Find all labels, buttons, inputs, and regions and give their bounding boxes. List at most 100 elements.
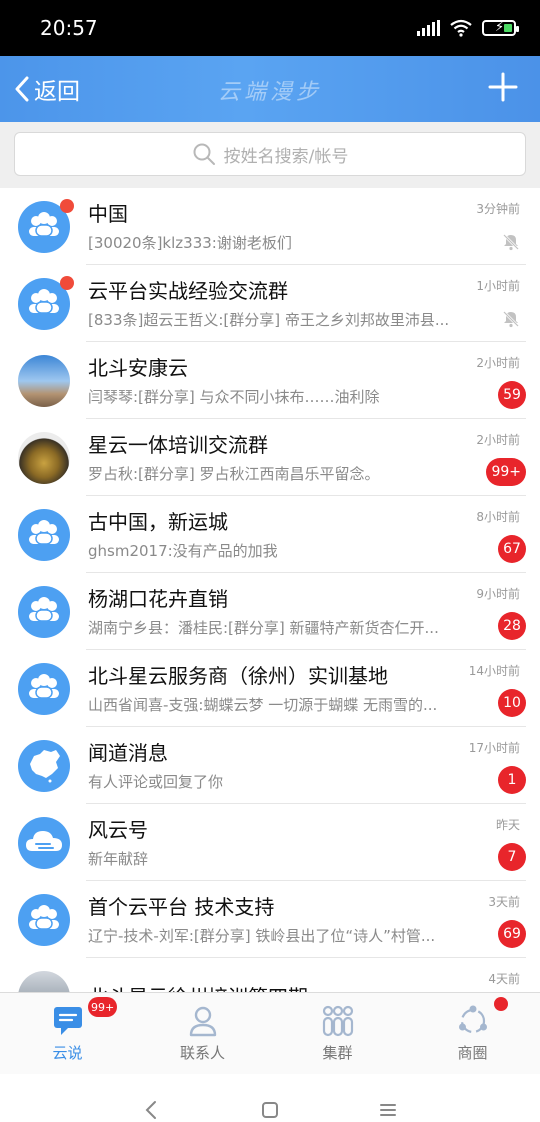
chat-name: 北斗星云服务商（徐州）实训基地: [88, 664, 388, 688]
chat-meta: 4天前: [450, 970, 520, 992]
chat-row[interactable]: 古中国，新运城 ghsm2017:没有产品的加我 8小时前 67: [0, 496, 540, 573]
chat-meta: 2小时前 59: [450, 354, 526, 409]
chat-meta: 昨天 7: [450, 816, 526, 871]
unread-badge: 59: [498, 381, 526, 409]
chat-preview: 罗占秋:[群分享] 罗占秋江西南昌乐平留念。: [88, 465, 380, 483]
system-nav-bar: [0, 1074, 540, 1122]
chat-row[interactable]: 北斗星云服务商（徐州）实训基地山西省闻喜-支强:蝴蝶云梦 一切源于蝴蝶 无雨雪的…: [0, 650, 540, 727]
plus-icon: [488, 72, 518, 102]
chat-time: 17小时前: [468, 741, 520, 755]
add-button[interactable]: [488, 72, 518, 106]
avatar: [18, 585, 70, 638]
search-placeholder: 按姓名搜索/帐号: [223, 146, 349, 167]
chat-name: 北斗安康云: [88, 356, 188, 380]
chat-meta: 3分钟前: [450, 200, 520, 255]
chat-time: 2小时前: [476, 433, 520, 447]
unread-badge: 28: [498, 612, 526, 640]
unread-badge: 67: [498, 535, 526, 563]
chat-row[interactable]: 风云号新年献辞 昨天 7: [0, 804, 540, 881]
tab-label: 云说: [52, 1044, 83, 1062]
chat-name: 北斗星云徐州培训第四期: [88, 983, 460, 993]
chat-meta: 9小时前 28: [450, 585, 526, 640]
muted-bell-icon: [502, 233, 520, 255]
chat-time: 9小时前: [476, 587, 520, 601]
tab-notification-dot: [494, 997, 508, 1011]
chat-time: 4天前: [488, 972, 520, 986]
unread-badge: 69: [498, 920, 526, 948]
avatar: [18, 816, 70, 869]
chat-name: 古中国，新运城: [88, 510, 228, 534]
chat-row[interactable]: 首个云平台 技术支持 辽宁-技术-刘军:[群分享] 铁岭县出了位“诗人”村管...…: [0, 881, 540, 958]
chat-row[interactable]: 星云一体培训交流群罗占秋:[群分享] 罗占秋江西南昌乐平留念。 2小时前 99+: [0, 419, 540, 496]
menu-nav-icon[interactable]: [377, 1099, 399, 1121]
chat-preview: 湖南宁乡县：潘桂民:[群分享] 新疆特产新货杏仁开...: [88, 619, 439, 637]
chat-meta: 1小时前: [450, 277, 520, 332]
chat-row[interactable]: 中国 [30020条]klz333:谢谢老板们 3分钟前: [0, 188, 540, 265]
status-icons: ⚡: [417, 19, 519, 37]
unread-badge: 7: [498, 843, 526, 871]
avatar: [18, 275, 74, 330]
search-input[interactable]: 按姓名搜索/帐号: [14, 132, 526, 176]
tab-contacts[interactable]: 联系人: [135, 993, 270, 1074]
chat-name: 杨湖口花卉直销: [88, 587, 228, 611]
back-button[interactable]: 返回: [14, 72, 80, 106]
avatar: [18, 893, 70, 946]
avatar: [18, 662, 70, 715]
chat-row[interactable]: 闻道消息 有人评论或回复了你 17小时前 1: [0, 727, 540, 804]
chat-row[interactable]: 北斗安康云闫琴琴:[群分享] 与众不同小抹布……油利除 2小时前 59: [0, 342, 540, 419]
chat-preview: [833条]超云王哲义:[群分享] 帝王之乡刘邦故里沛县...: [88, 311, 450, 329]
chat-name: 首个云平台 技术支持: [88, 895, 275, 919]
chat-time: 2小时前: [476, 356, 520, 370]
chat-name: 闻道消息: [88, 741, 168, 765]
signal-icon: [417, 20, 440, 36]
chevron-left-icon: [15, 76, 29, 102]
chat-preview: 有人评论或回复了你: [88, 773, 224, 791]
search-icon: [193, 143, 215, 165]
chat-preview: 山西省闻喜-支强:蝴蝶云梦 一切源于蝴蝶 无雨雪的...: [88, 696, 438, 714]
chat-row[interactable]: 云平台实战经验交流群 [833条]超云王哲义:[群分享] 帝王之乡刘邦故里沛县..…: [0, 265, 540, 342]
tab-label: 商圈: [457, 1044, 488, 1062]
chat-bubble-icon: [53, 1007, 82, 1035]
chat-row[interactable]: 北斗星云徐州培训第四期 4天前: [0, 958, 540, 992]
search-area: 按姓名搜索/帐号: [0, 122, 540, 188]
chat-time: 14小时前: [468, 664, 520, 678]
chat-time: 昨天: [495, 818, 520, 832]
chat-preview: 闫琴琴:[群分享] 与众不同小抹布……油利除: [88, 388, 380, 406]
circle-network-icon: [458, 1005, 487, 1034]
nav-bar: 返回 云端漫步: [0, 56, 540, 122]
tab-cluster[interactable]: 集群: [270, 993, 405, 1074]
chat-preview: [30020条]klz333:谢谢老板们: [88, 234, 292, 252]
avatar: [18, 354, 70, 407]
chat-row[interactable]: 杨湖口花卉直销湖南宁乡县：潘桂民:[群分享] 新疆特产新货杏仁开... 9小时前 2…: [0, 573, 540, 650]
chat-name: 中国: [88, 202, 128, 226]
tab-yunshuo[interactable]: 云说 99+: [0, 993, 135, 1074]
chat-time: 1小时前: [476, 279, 520, 293]
unread-badge: 99+: [486, 458, 526, 486]
back-label: 返回: [34, 79, 80, 105]
chat-name: 风云号: [88, 818, 148, 842]
chat-time: 3天前: [488, 895, 520, 909]
chat-time: 8小时前: [476, 510, 520, 524]
status-bar: 20:57 ⚡: [0, 0, 540, 56]
battery-icon: ⚡: [482, 20, 519, 36]
nav-watermark: 云端漫步: [217, 80, 323, 105]
tab-business[interactable]: 商圈: [405, 993, 540, 1074]
home-nav-icon[interactable]: [259, 1099, 281, 1121]
chat-name: 星云一体培训交流群: [88, 433, 268, 457]
back-nav-icon[interactable]: [141, 1099, 163, 1121]
chat-meta: 3天前 69: [450, 893, 526, 948]
chat-time: 3分钟前: [476, 202, 520, 216]
chat-meta: 8小时前 67: [450, 508, 526, 563]
chat-preview: ghsm2017:没有产品的加我: [88, 542, 278, 560]
chat-name: 云平台实战经验交流群: [88, 279, 288, 303]
unread-badge: 10: [498, 689, 526, 717]
chat-meta: 2小时前 99+: [450, 431, 526, 486]
chat-preview: 新年献辞: [88, 850, 149, 868]
unread-dot: [60, 198, 74, 213]
unread-dot: [60, 275, 74, 290]
group-icon: [322, 1005, 353, 1037]
avatar: [18, 431, 70, 484]
tab-label: 集群: [322, 1044, 353, 1062]
avatar: [18, 970, 70, 992]
avatar: [18, 508, 70, 561]
